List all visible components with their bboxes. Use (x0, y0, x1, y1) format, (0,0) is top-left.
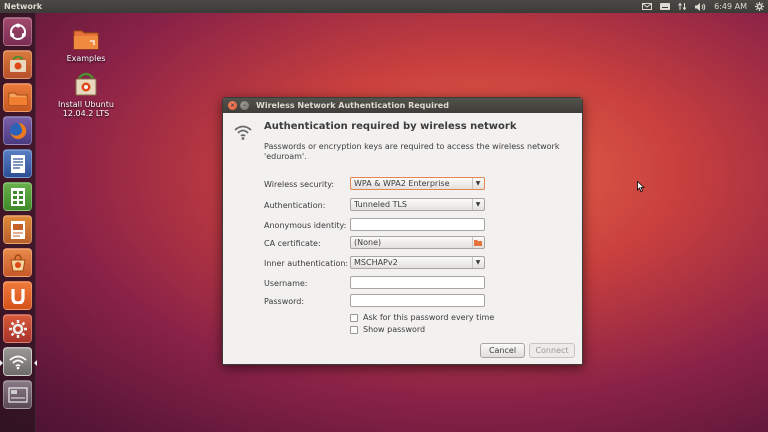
ca-certificate-label: CA certificate: (264, 239, 321, 248)
chevron-down-icon: ▼ (472, 257, 483, 268)
ca-certificate-chooser[interactable]: (None) (350, 236, 485, 249)
mail-icon[interactable] (642, 3, 653, 10)
checkbox-box[interactable] (350, 313, 358, 322)
wifi-icon (233, 123, 253, 143)
keyboard-icon[interactable] (660, 3, 671, 10)
clock-label[interactable]: 6:49 AM (714, 0, 747, 13)
desktop-icon-examples[interactable]: Examples (60, 28, 112, 63)
dialog-heading: Authentication required by wireless netw… (264, 121, 517, 132)
dialog-titlebar[interactable]: × – Wireless Network Authentication Requ… (223, 98, 582, 113)
network-icon[interactable] (3, 347, 32, 376)
minimize-icon[interactable]: – (240, 101, 249, 110)
wireless-security-value: WPA & WPA2 Enterprise (354, 179, 450, 188)
ca-certificate-value: (None) (354, 238, 382, 247)
ubuntu-one-icon[interactable] (3, 281, 32, 310)
dialog-description: Passwords or encryption keys are require… (264, 142, 560, 161)
install-ubuntu-icon[interactable] (3, 50, 32, 79)
installer-icon (73, 72, 99, 98)
desktop-icon-label-line1: Install Ubuntu (58, 100, 114, 109)
close-icon[interactable]: × (228, 101, 237, 110)
authentication-value: Tunneled TLS (354, 200, 407, 209)
username-input[interactable] (350, 276, 485, 289)
writer-icon[interactable] (3, 149, 32, 178)
desktop-icon-label-line2: 12.04.2 LTS (62, 109, 110, 118)
anonymous-identity-input[interactable] (350, 218, 485, 231)
dialog-title: Wireless Network Authentication Required (256, 101, 449, 110)
inner-authentication-select[interactable]: MSCHAPv2 ▼ (350, 256, 485, 269)
dash-home-icon[interactable] (3, 17, 32, 46)
checkbox-box[interactable] (350, 325, 358, 334)
show-password-checkbox[interactable]: Show password (350, 325, 425, 334)
active-app-title: Network (4, 2, 43, 11)
wireless-security-label: Wireless security: (264, 180, 335, 189)
folder-icon (472, 237, 483, 248)
indicator-area: 6:49 AM (642, 0, 764, 13)
inner-authentication-value: MSCHAPv2 (354, 258, 398, 267)
calc-icon[interactable] (3, 182, 32, 211)
desktop-icon-install-ubuntu[interactable]: Install Ubuntu 12.04.2 LTS (54, 72, 118, 118)
ask-password-checkbox[interactable]: Ask for this password every time (350, 313, 494, 322)
desktop-icon-label: Examples (66, 54, 106, 63)
network-transfer-icon[interactable] (678, 2, 687, 11)
firefox-icon[interactable] (3, 116, 32, 145)
show-password-label: Show password (363, 325, 426, 334)
connect-button[interactable]: Connect (529, 343, 575, 358)
folder-icon (73, 28, 99, 52)
wireless-security-select[interactable]: WPA & WPA2 Enterprise ▼ (350, 177, 485, 190)
software-center-icon[interactable] (3, 248, 32, 277)
volume-icon[interactable] (695, 2, 706, 11)
authentication-select[interactable]: Tunneled TLS ▼ (350, 198, 485, 211)
impress-icon[interactable] (3, 215, 32, 244)
ask-password-label: Ask for this password every time (363, 313, 495, 322)
mouse-pointer-icon (637, 180, 646, 194)
focused-indicator (34, 360, 37, 366)
password-label: Password: (264, 297, 305, 306)
launcher (0, 13, 37, 432)
top-panel: Network 6:49 AM (0, 0, 768, 13)
anonymous-identity-label: Anonymous identity: (264, 221, 347, 230)
password-input[interactable] (350, 294, 485, 307)
authentication-label: Authentication: (264, 201, 326, 210)
inner-authentication-label: Inner authentication: (264, 259, 349, 268)
gear-icon[interactable] (755, 2, 764, 11)
system-settings-icon[interactable] (3, 314, 32, 343)
workspace-icon[interactable] (3, 380, 32, 409)
auth-dialog: × – Wireless Network Authentication Requ… (222, 97, 583, 365)
files-icon[interactable] (3, 83, 32, 112)
username-label: Username: (264, 279, 308, 288)
chevron-down-icon: ▼ (472, 178, 483, 189)
chevron-down-icon: ▼ (472, 199, 483, 210)
cancel-button[interactable]: Cancel (480, 343, 525, 358)
